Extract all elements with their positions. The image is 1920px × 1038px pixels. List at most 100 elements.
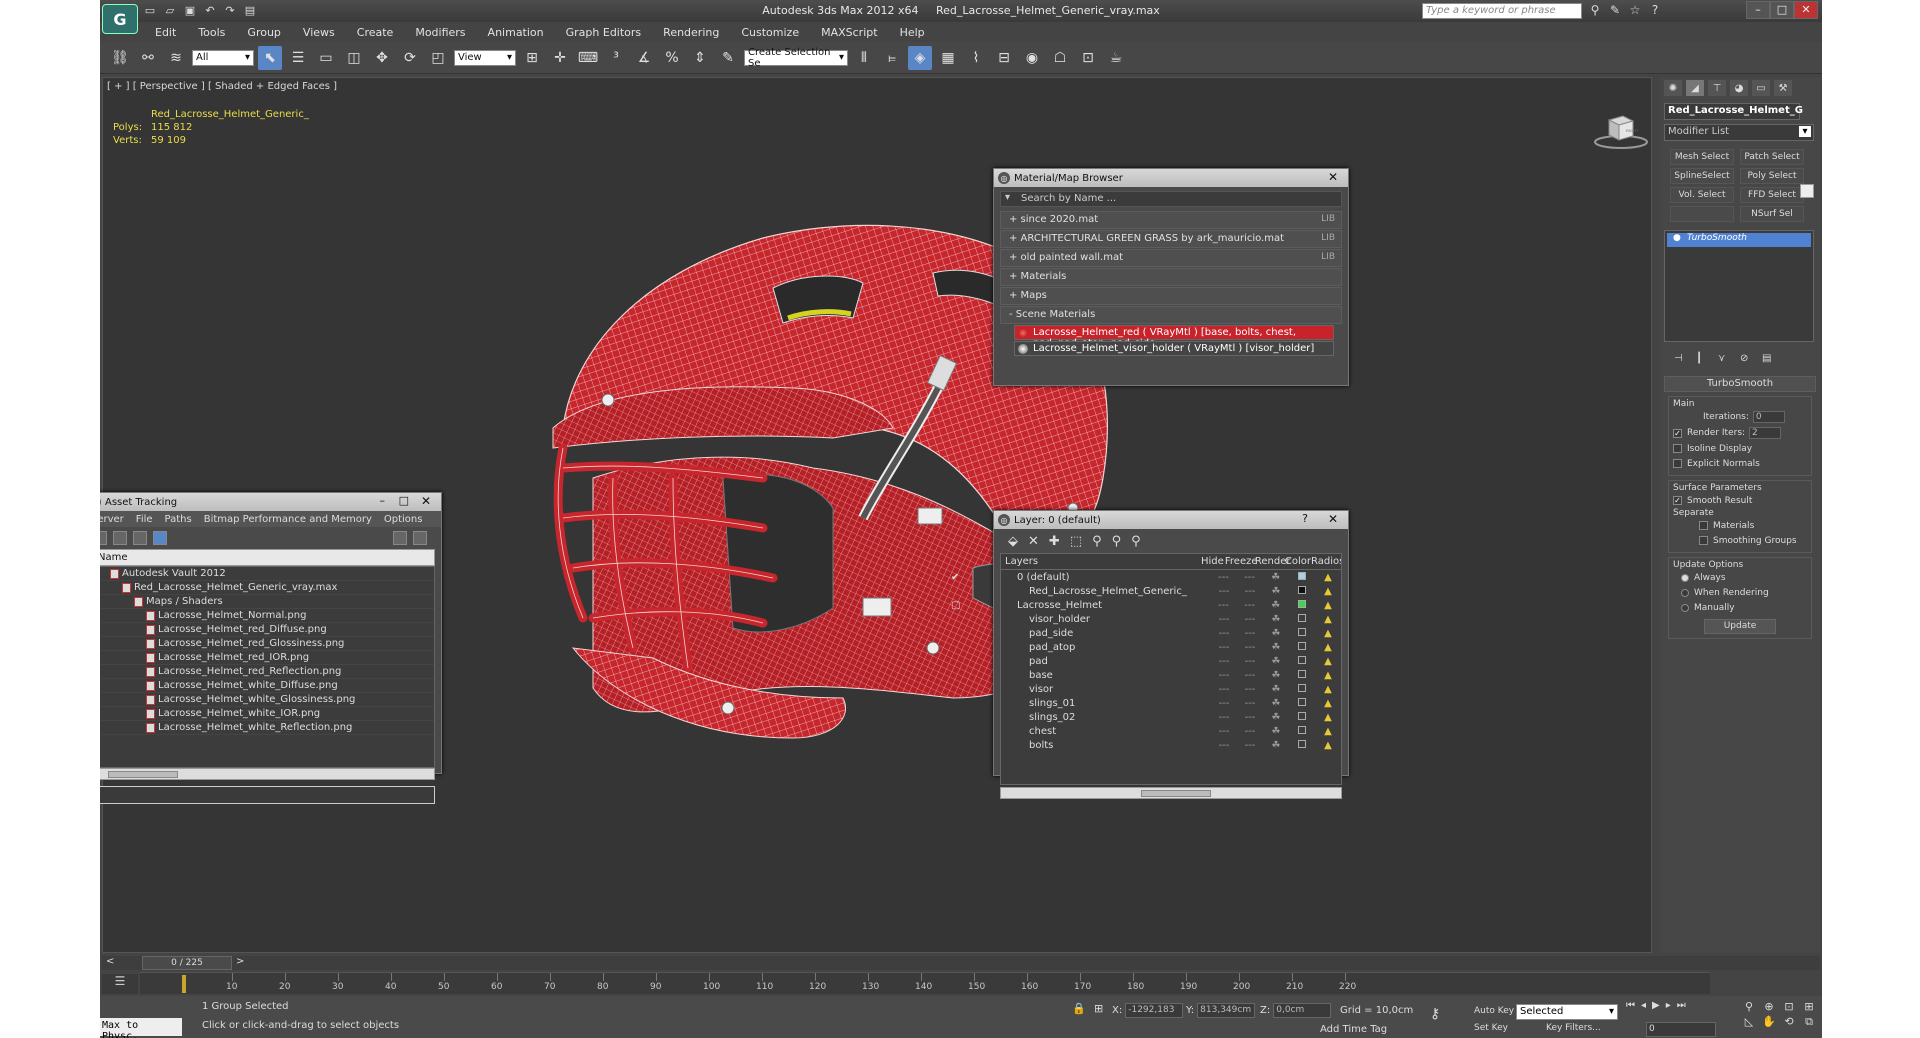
select-move-icon[interactable]: ✥ — [370, 46, 394, 70]
current-frame-field[interactable]: 0 — [1646, 1022, 1716, 1037]
layer-name[interactable]: pad — [1001, 656, 1211, 667]
manually-radio[interactable] — [1681, 603, 1689, 612]
layer-name[interactable]: Red_Lacrosse_Helmet_Generic_ — [1001, 586, 1211, 597]
freeze-toggle[interactable]: --- — [1237, 726, 1263, 737]
help-icon[interactable]: ? — [1648, 3, 1662, 17]
material-library-row[interactable]: + old painted wall.mat LIB — [1000, 249, 1342, 267]
x-field[interactable]: -1292,183 — [1125, 1002, 1184, 1018]
render-teapot-icon[interactable]: ☘ — [1263, 586, 1289, 597]
patch-select-button[interactable]: Patch Select — [1740, 149, 1804, 165]
render-iters-checkbox[interactable]: ✓ — [1673, 428, 1682, 438]
nsurf-sel-button[interactable]: NSurf Sel — [1740, 206, 1804, 222]
freeze-toggle[interactable]: --- — [1237, 740, 1263, 751]
freeze-toggle[interactable]: --- — [1237, 670, 1263, 681]
menu-rendering[interactable]: Rendering — [652, 26, 730, 39]
material-library-row[interactable]: + ARCHITECTURAL GREEN GRASS by ark_mauri… — [1000, 230, 1342, 248]
radiosity-bulb-icon[interactable]: ▲ — [1315, 572, 1341, 583]
layer-row[interactable]: 0 (default) ✔ --- --- ☘ ▲ — [951, 570, 1341, 584]
align-icon[interactable]: ⫢ — [880, 46, 904, 70]
select-manipulate-icon[interactable]: ✛ — [548, 46, 572, 70]
go-to-end-icon[interactable]: ⏭ — [1677, 1000, 1686, 1011]
layer-name[interactable]: bolts — [1001, 740, 1211, 751]
viewcube[interactable]: RIGHT — [1593, 110, 1649, 150]
layer-row[interactable]: slings_02 --- --- ☘ ▲ — [1001, 710, 1341, 724]
freeze-toggle[interactable]: --- — [1237, 614, 1263, 625]
layer-manager-icon[interactable]: ◈ — [908, 45, 932, 70]
schematic-view-icon[interactable]: ⊟ — [992, 46, 1016, 70]
hide-toggle[interactable]: --- — [1211, 684, 1237, 695]
asset-menu-options[interactable]: Options — [384, 514, 423, 525]
maxscript-listener[interactable]: Max to Physc. — [100, 1018, 182, 1038]
asset-menu-file[interactable]: File — [136, 514, 153, 525]
update-button[interactable]: Update — [1704, 619, 1776, 634]
smooth-result-checkbox[interactable]: ✓ — [1673, 496, 1682, 505]
freeze-toggle[interactable]: --- — [1236, 572, 1262, 583]
asset-horizontal-scrollbar[interactable] — [100, 768, 435, 780]
render-teapot-icon[interactable]: ☘ — [1263, 712, 1289, 723]
rectangular-selection-icon[interactable]: ▭ — [314, 46, 338, 70]
select-object-icon[interactable]: ⬉ — [258, 45, 282, 70]
configure-modifier-sets-icon[interactable]: ▤ — [1762, 353, 1772, 365]
y-field[interactable]: 813,349cm — [1197, 1002, 1256, 1018]
asset-tree-item[interactable]: Lacrosse_Helmet_Normal.png — [100, 609, 434, 623]
spline-select-button[interactable]: SplineSelect — [1670, 168, 1734, 184]
menu-group[interactable]: Group — [236, 26, 292, 39]
radiosity-bulb-icon[interactable]: ▲ — [1315, 586, 1341, 597]
hide-toggle[interactable]: --- — [1211, 628, 1237, 639]
radiosity-bulb-icon[interactable]: ▲ — [1315, 600, 1341, 611]
search-input[interactable]: Type a keyword or phrase — [1422, 3, 1582, 19]
close-icon[interactable]: ✕ — [1322, 512, 1344, 527]
settings-icon[interactable] — [413, 531, 427, 545]
radiosity-bulb-icon[interactable]: ▲ — [1315, 698, 1341, 709]
remove-modifier-icon[interactable]: ⊘ — [1740, 353, 1750, 365]
layer-color-swatch[interactable] — [1289, 711, 1315, 723]
display-tab-icon[interactable]: ▭ — [1752, 80, 1770, 96]
checkout-icon[interactable] — [133, 531, 147, 545]
layer-color-swatch[interactable] — [1289, 697, 1315, 709]
material-search-input[interactable]: ▾ Search by Name ... — [1000, 191, 1342, 207]
layer-row[interactable]: chest --- --- ☘ ▲ — [1001, 724, 1341, 738]
radiosity-bulb-icon[interactable]: ▲ — [1315, 712, 1341, 723]
vol-select-button[interactable]: Vol. Select — [1670, 187, 1734, 203]
snaps-toggle-icon[interactable]: ³ — [604, 46, 628, 70]
layer-row[interactable]: Lacrosse_Helmet ▢ --- --- ☘ ▲ — [951, 598, 1341, 612]
radiosity-bulb-icon[interactable]: ▲ — [1315, 670, 1341, 681]
undo-icon[interactable]: ↶ — [202, 2, 218, 18]
hide-toggle[interactable]: --- — [1211, 670, 1237, 681]
radiosity-bulb-icon[interactable]: ▲ — [1315, 628, 1341, 639]
hide-toggle[interactable]: --- — [1211, 698, 1237, 709]
select-scale-icon[interactable]: ◰ — [426, 46, 450, 70]
hierarchy-tab-icon[interactable]: ⊤ — [1708, 80, 1726, 96]
layer-color-swatch[interactable] — [1289, 683, 1315, 695]
render-teapot-icon[interactable]: ☘ — [1263, 628, 1289, 639]
zoom-all-icon[interactable]: ⊕ — [1760, 1000, 1778, 1013]
layers-column[interactable]: Layers — [1001, 556, 1200, 567]
show-end-result-icon[interactable]: ┃ — [1696, 353, 1706, 365]
layer-color-swatch[interactable] — [1289, 585, 1315, 597]
select-rotate-icon[interactable]: ⟳ — [398, 46, 422, 70]
scene-material-visor-holder[interactable]: Lacrosse_Helmet_visor_holder ( VRayMtl )… — [1014, 341, 1334, 356]
object-color-swatch[interactable] — [1800, 184, 1814, 198]
help-icon[interactable] — [393, 531, 407, 545]
previous-frame-icon[interactable]: ◂ — [1641, 1000, 1646, 1011]
asset-tree-item[interactable]: Lacrosse_Helmet_red_Diffuse.png — [100, 623, 434, 637]
asset-tree-item[interactable]: Maps / Shaders — [100, 595, 434, 609]
keyboard-shortcut-icon[interactable]: ⌨ — [576, 46, 600, 70]
close-icon[interactable]: ✕ — [415, 494, 437, 509]
layer-name[interactable]: slings_01 — [1001, 698, 1211, 709]
chevron-down-icon[interactable]: ▾ — [1005, 192, 1010, 203]
when-rendering-radio[interactable] — [1681, 588, 1689, 597]
add-to-layer-icon[interactable]: ✚ — [1049, 534, 1060, 549]
hide-toggle[interactable]: --- — [1210, 600, 1236, 611]
hide-column[interactable]: Hide — [1200, 556, 1225, 567]
hide-toggle[interactable]: --- — [1211, 712, 1237, 723]
modifier-stack-item-turbosmooth[interactable]: ● TurboSmooth — [1667, 233, 1811, 247]
reference-coordinate-dropdown[interactable]: View ▾ — [454, 49, 516, 66]
hide-toggle[interactable]: --- — [1211, 642, 1237, 653]
freeze-toggle[interactable]: --- — [1237, 698, 1263, 709]
time-slider-next-icon[interactable]: > — [236, 956, 244, 967]
radiosity-bulb-icon[interactable]: ▲ — [1315, 642, 1341, 653]
turbosmooth-rollout-title[interactable]: TurboSmooth — [1664, 376, 1816, 392]
render-teapot-icon[interactable]: ☘ — [1263, 726, 1289, 737]
materials-checkbox[interactable] — [1699, 521, 1708, 530]
